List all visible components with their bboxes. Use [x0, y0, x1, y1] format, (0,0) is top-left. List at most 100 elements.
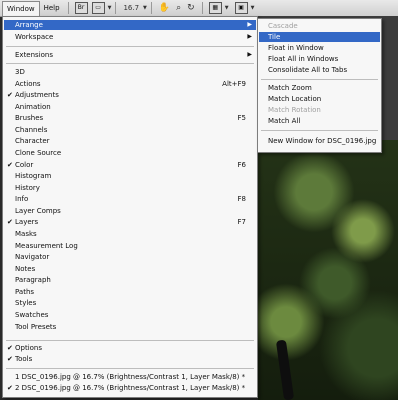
menu-item-label: History: [15, 183, 40, 192]
menu-help[interactable]: Help: [40, 1, 64, 15]
menu-item-label: Match Location: [268, 95, 322, 103]
menu-separator: [6, 368, 254, 369]
menu-item-panel[interactable]: Styles: [4, 298, 256, 308]
menu-item-shortcut: Alt+F9: [222, 79, 246, 88]
menu-item-shortcut: F5: [237, 114, 246, 123]
window-menu: Arrange ▶ Workspace ▶ Extensions ▶ 3D Act…: [2, 16, 258, 398]
submenu-item-match-zoom[interactable]: Match Zoom: [259, 83, 380, 93]
check-icon: ✔: [7, 160, 13, 169]
arrange-docs-icon[interactable]: ▦: [208, 2, 222, 14]
zoom-icon[interactable]: ⌕: [176, 3, 181, 13]
menu-item-label: Actions: [15, 79, 41, 88]
submenu-item-consolidate[interactable]: Consolidate All to Tabs: [259, 65, 380, 75]
menu-item-label: Info: [15, 195, 29, 204]
menu-item-panel[interactable]: Paragraph: [4, 275, 256, 285]
submenu-item-match-rotation: Match Rotation: [259, 105, 380, 115]
menu-item-label: Options: [15, 344, 43, 352]
menu-item-panel[interactable]: Animation: [4, 102, 256, 112]
menu-item-label: 3D: [15, 68, 25, 76]
menu-item-label: Color: [15, 160, 34, 169]
menu-item-panel[interactable]: Character: [4, 136, 256, 146]
toolbar-divider: [201, 2, 203, 14]
menu-item-panel[interactable]: ✔ Layers F7: [4, 217, 256, 227]
check-icon: ✔: [7, 91, 13, 100]
chevron-down-icon[interactable]: ▼: [251, 5, 255, 11]
menu-separator: [261, 130, 378, 131]
menu-item-label: Match Rotation: [268, 106, 321, 114]
menu-item-label: 1 DSC_0196.jpg @ 16.7% (Brightness/Contr…: [15, 373, 246, 381]
screen-mode-icon[interactable]: ▣: [234, 2, 248, 14]
submenu-item-new-window[interactable]: New Window for DSC_0196.jpg: [259, 136, 380, 146]
rotate-icon[interactable]: ↻: [187, 3, 195, 13]
toolbar-divider: [115, 2, 117, 14]
toolbar-divider: [67, 2, 69, 14]
menu-item-label: Layer Comps: [15, 206, 61, 215]
menu-item-panel[interactable]: Swatches: [4, 310, 256, 320]
menu-item-panel[interactable]: ✔ Color F6: [4, 160, 256, 170]
toolbar-divider: [150, 2, 152, 14]
menu-item-label: Paths: [15, 287, 35, 296]
submenu-arrow-icon: ▶: [247, 51, 252, 58]
menu-item-panel[interactable]: Measurement Log: [4, 241, 256, 251]
frame-icon[interactable]: ▭: [91, 2, 105, 14]
menu-item-label: Workspace: [15, 33, 54, 41]
menu-item-label: Character: [15, 137, 50, 146]
menu-item-panel[interactable]: Clone Source: [4, 148, 256, 158]
menu-window[interactable]: Window: [2, 0, 40, 16]
arrange-submenu: Cascade Tile Float in Window Float All i…: [257, 18, 382, 153]
check-icon: ✔: [7, 218, 13, 227]
menu-item-panel[interactable]: Tool Presets: [4, 322, 256, 332]
menu-item-document-2[interactable]: ✔ 2 DSC_0196.jpg @ 16.7% (Brightness/Con…: [4, 383, 256, 393]
menu-item-shortcut: F7: [237, 218, 246, 227]
menu-item-workspace[interactable]: Workspace ▶: [4, 32, 256, 42]
submenu-arrow-icon: ▶: [247, 33, 252, 40]
menu-item-panel[interactable]: 3D: [4, 67, 256, 77]
submenu-item-match-all[interactable]: Match All: [259, 116, 380, 126]
menu-item-panel[interactable]: Masks: [4, 229, 256, 239]
submenu-item-match-location[interactable]: Match Location: [259, 94, 380, 104]
menu-item-label: Notes: [15, 264, 36, 273]
submenu-item-tile[interactable]: Tile: [259, 32, 380, 42]
menu-item-panel[interactable]: Info F8: [4, 194, 256, 204]
zoom-level[interactable]: 16.7: [123, 4, 139, 12]
chevron-down-icon[interactable]: ▼: [108, 5, 112, 11]
menu-item-label: Styles: [15, 299, 37, 308]
document-canvas[interactable]: [258, 140, 398, 400]
submenu-item-float-all[interactable]: Float All in Windows: [259, 54, 380, 64]
menu-item-panel[interactable]: Brushes F5: [4, 113, 256, 123]
menu-item-label: Navigator: [15, 253, 50, 262]
menu-item-label: Tool Presets: [15, 322, 57, 331]
menu-item-label: Measurement Log: [15, 241, 78, 250]
menu-item-panel[interactable]: History: [4, 183, 256, 193]
submenu-item-cascade: Cascade: [259, 21, 380, 31]
menu-item-panel[interactable]: Histogram: [4, 171, 256, 181]
hand-icon[interactable]: ✋: [159, 3, 170, 13]
menu-item-tools[interactable]: ✔ Tools: [4, 354, 256, 364]
photo-subject: [275, 339, 295, 400]
menu-item-panel[interactable]: ✔ Adjustments: [4, 90, 256, 100]
check-icon: ✔: [7, 355, 13, 363]
menu-item-panel[interactable]: Paths: [4, 287, 256, 297]
chevron-down-icon[interactable]: ▼: [143, 5, 147, 11]
menu-item-panel[interactable]: Notes: [4, 264, 256, 274]
menu-item-panel[interactable]: Navigator: [4, 252, 256, 262]
menu-item-label: Arrange: [15, 21, 43, 29]
menu-item-panel[interactable]: Layer Comps: [4, 206, 256, 216]
menu-item-document-1[interactable]: 1 DSC_0196.jpg @ 16.7% (Brightness/Contr…: [4, 372, 256, 382]
menu-item-label: Swatches: [15, 310, 49, 319]
menu-item-label: Match All: [268, 117, 301, 125]
menu-item-shortcut: F8: [237, 195, 246, 204]
menu-item-panel[interactable]: Channels: [4, 125, 256, 135]
menu-separator: [6, 46, 254, 47]
menu-separator: [6, 63, 254, 64]
br-icon[interactable]: Br: [74, 2, 88, 14]
check-icon: ✔: [7, 384, 13, 392]
menu-item-extensions[interactable]: Extensions ▶: [4, 50, 256, 60]
menu-item-panel[interactable]: Actions Alt+F9: [4, 79, 256, 89]
submenu-item-float-in-window[interactable]: Float in Window: [259, 43, 380, 53]
menu-item-label: Tools: [15, 355, 33, 363]
menu-item-label: Animation: [15, 102, 51, 111]
chevron-down-icon[interactable]: ▼: [225, 5, 229, 11]
menu-item-arrange[interactable]: Arrange ▶: [4, 20, 256, 30]
menu-item-options[interactable]: ✔ Options: [4, 343, 256, 353]
